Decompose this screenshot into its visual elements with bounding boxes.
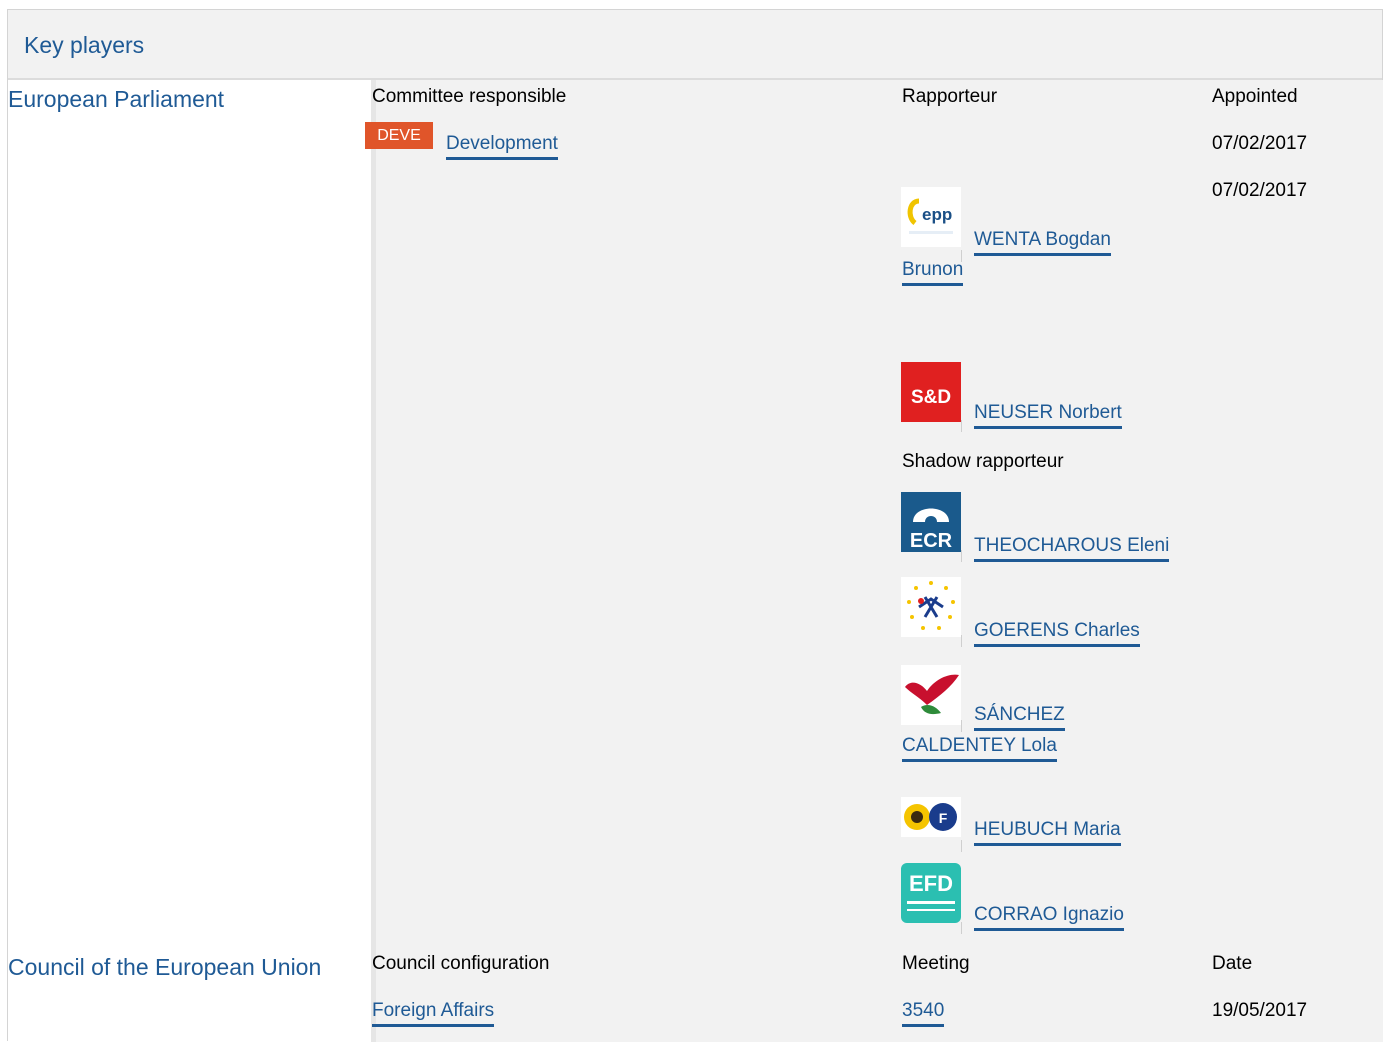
date-label: Date: [1212, 953, 1253, 974]
svg-text:ECR: ECR: [910, 530, 953, 552]
svg-text:F: F: [939, 810, 948, 826]
logo-divider: [961, 635, 962, 647]
logo-divider: [961, 420, 962, 432]
council-configuration-label: Council configuration: [372, 953, 550, 974]
shadow-link-goerens[interactable]: GOERENS Charles: [974, 617, 1140, 647]
council-configuration-link[interactable]: Foreign Affairs: [372, 997, 495, 1027]
committee-development-link[interactable]: Development: [446, 130, 558, 160]
institution-column: [8, 80, 371, 1042]
rapporteur-link-neuser[interactable]: NEUSER Norbert: [974, 399, 1122, 429]
shadow-link-sanchez-caldentey[interactable]: CALDENTEY Lola: [902, 732, 1057, 762]
institution-european-parliament[interactable]: European Parliament: [8, 86, 224, 113]
shadow-rapporteur-label: Shadow rapporteur: [902, 451, 1064, 472]
logo-divider: [961, 922, 962, 934]
shadow-link-sanchez-caldentey[interactable]: SÁNCHEZ: [974, 701, 1065, 731]
logo-divider: [961, 720, 962, 732]
rapporteur-link-wenta[interactable]: Brunon: [902, 256, 964, 286]
gue-logo-icon: [901, 665, 961, 725]
appointed-date: 07/02/2017: [1212, 180, 1308, 201]
efd-logo-icon: EFD: [901, 863, 961, 923]
appointed-date: 07/02/2017: [1212, 133, 1308, 154]
svg-text:S&D: S&D: [911, 387, 951, 408]
shadow-link-corrao[interactable]: CORRAO Ignazio: [974, 901, 1124, 931]
ecr-logo-icon: ECR: [901, 492, 961, 552]
meeting-link[interactable]: 3540: [902, 997, 945, 1027]
committee-responsible-label: Committee responsible: [372, 86, 567, 107]
shadow-link-heubuch[interactable]: HEUBUCH Maria: [974, 816, 1121, 846]
meeting-date: 19/05/2017: [1212, 1000, 1308, 1021]
greens-logo-icon: F: [901, 797, 961, 837]
rapporteur-label: Rapporteur: [902, 86, 998, 107]
svg-text:epp: epp: [922, 205, 952, 224]
sd-logo-icon: S&D: [901, 362, 961, 422]
shadow-link-theocharous[interactable]: THEOCHAROUS Eleni: [974, 532, 1170, 562]
details-area: [371, 80, 1383, 1042]
alde-logo-icon: [901, 577, 961, 637]
logo-divider: [961, 840, 962, 852]
svg-text:EFD: EFD: [909, 871, 953, 896]
panel-header: Key players: [8, 10, 1382, 80]
rapporteur-link-wenta[interactable]: WENTA Bogdan: [974, 226, 1111, 256]
institution-council[interactable]: Council of the European Union: [8, 954, 321, 981]
meeting-label: Meeting: [902, 953, 970, 974]
appointed-label: Appointed: [1212, 86, 1298, 107]
committee-code-badge: DEVE: [365, 122, 433, 149]
key-players-panel: Key players: [7, 9, 1383, 1042]
logo-divider: [961, 550, 962, 562]
epp-logo-icon: epp: [901, 187, 961, 247]
panel-title: Key players: [24, 32, 145, 58]
